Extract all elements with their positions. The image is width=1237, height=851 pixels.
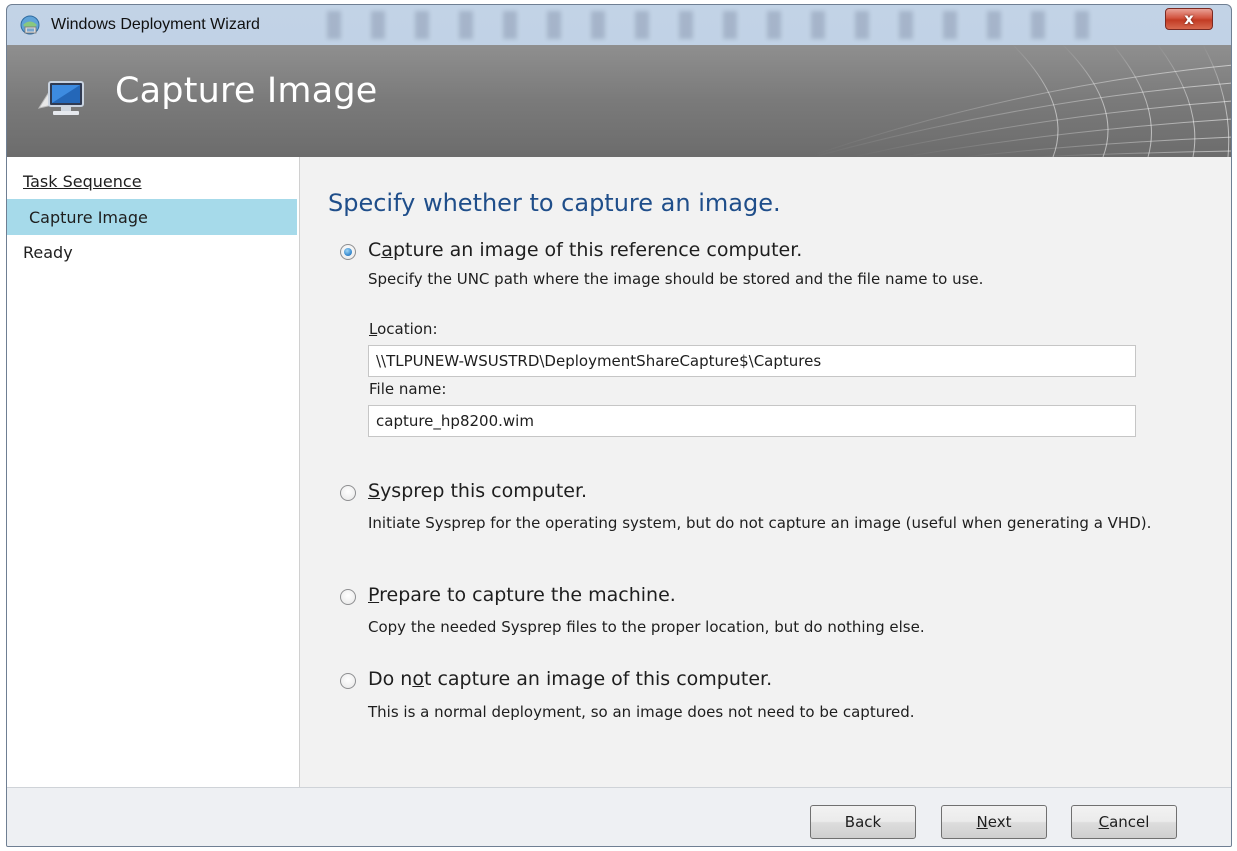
nav-item-label: Task Sequence bbox=[23, 172, 142, 191]
no-capture-option-label[interactable]: Do not capture an image of this computer… bbox=[368, 668, 772, 690]
nav-item-capture-image[interactable]: Capture Image bbox=[7, 199, 297, 235]
file-name-input[interactable] bbox=[368, 405, 1136, 437]
computer-capture-icon bbox=[37, 81, 84, 115]
nav-item-task-sequence[interactable]: Task Sequence bbox=[7, 171, 297, 195]
nav-item-ready[interactable]: Ready bbox=[7, 241, 297, 265]
wizard-nav: Task Sequence Capture Image Ready bbox=[7, 157, 300, 787]
location-input[interactable] bbox=[368, 345, 1136, 377]
close-button[interactable]: x bbox=[1165, 8, 1213, 30]
back-button[interactable]: Back bbox=[810, 805, 916, 839]
sysprep-option-description: Initiate Sysprep for the operating syste… bbox=[368, 514, 1152, 532]
capture-image-option-description: Specify the UNC path where the image sho… bbox=[368, 270, 984, 288]
taskbar-blur bbox=[327, 11, 1107, 39]
wizard-footer: Back Next Cancel bbox=[7, 787, 1231, 846]
prepare-capture-option-label[interactable]: Prepare to capture the machine. bbox=[368, 584, 676, 606]
cancel-button[interactable]: Cancel bbox=[1071, 805, 1177, 839]
window-title: Windows Deployment Wizard bbox=[51, 16, 260, 33]
capture-image-option-label[interactable]: Capture an image of this reference compu… bbox=[368, 239, 802, 261]
no-capture-option-description: This is a normal deployment, so an image… bbox=[368, 703, 915, 721]
deployment-wizard-icon bbox=[20, 15, 40, 35]
location-label: Location: bbox=[369, 320, 438, 338]
next-button[interactable]: Next bbox=[941, 805, 1047, 839]
close-icon: x bbox=[1184, 10, 1194, 28]
prepare-capture-option-description: Copy the needed Sysprep files to the pro… bbox=[368, 618, 925, 636]
wizard-window: Windows Deployment Wizard x Capture Imag… bbox=[6, 4, 1232, 847]
page-title: Capture Image bbox=[115, 71, 378, 111]
header-banner: Capture Image bbox=[7, 45, 1231, 157]
sysprep-radio[interactable] bbox=[340, 485, 356, 501]
title-bar[interactable]: Windows Deployment Wizard x bbox=[7, 5, 1231, 45]
banner-mesh-decoration bbox=[813, 45, 1231, 157]
capture-image-radio[interactable] bbox=[340, 244, 356, 260]
content-pane: Specify whether to capture an image. Cap… bbox=[300, 157, 1231, 787]
sysprep-option-label[interactable]: Sysprep this computer. bbox=[368, 480, 587, 502]
nav-item-label: Ready bbox=[23, 243, 73, 262]
no-capture-radio[interactable] bbox=[340, 673, 356, 689]
section-heading: Specify whether to capture an image. bbox=[328, 189, 781, 217]
nav-item-label: Capture Image bbox=[29, 208, 148, 227]
prepare-capture-radio[interactable] bbox=[340, 589, 356, 605]
file-name-label: File name: bbox=[369, 380, 447, 398]
